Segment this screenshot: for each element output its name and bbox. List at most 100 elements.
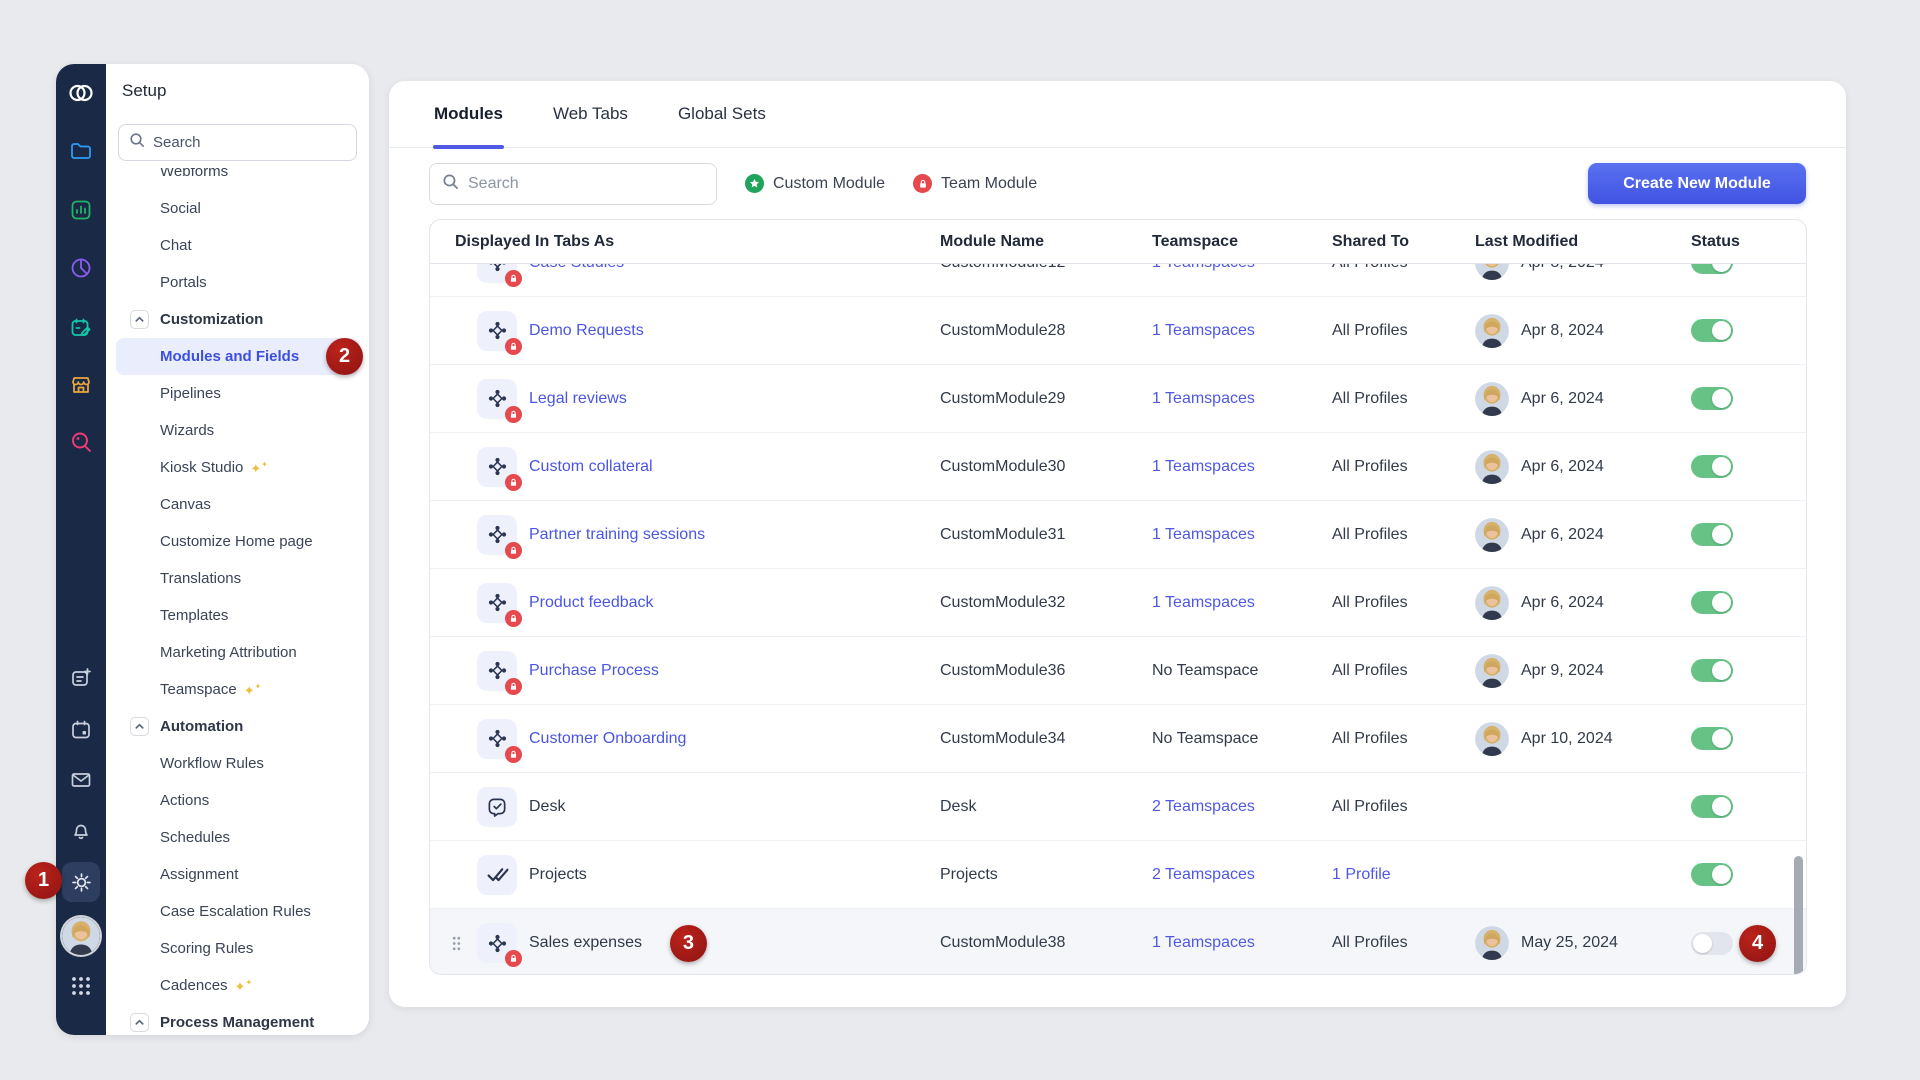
drag-handle-icon[interactable] <box>452 936 461 951</box>
status-toggle[interactable] <box>1691 319 1733 342</box>
shared-to-value[interactable]: 1 Profile <box>1332 866 1391 883</box>
shared-to-value[interactable]: All Profiles <box>1332 662 1408 679</box>
status-toggle[interactable] <box>1691 264 1733 274</box>
analytics-pie-icon[interactable] <box>69 256 93 280</box>
status-toggle[interactable] <box>1691 795 1733 818</box>
status-toggle[interactable] <box>1691 863 1733 886</box>
teamspace-value[interactable]: 1 Teamspaces <box>1152 458 1255 475</box>
bell-icon[interactable] <box>69 819 93 843</box>
modules-search-input[interactable] <box>468 175 704 193</box>
module-display-name[interactable]: Sales expenses <box>529 934 642 952</box>
reports-icon[interactable] <box>69 198 93 222</box>
sidebar-item-kiosk-studio[interactable]: Kiosk Studio <box>116 449 359 486</box>
module-display-name[interactable]: Desk <box>529 798 565 816</box>
table-row[interactable]: Partner training sessions CustomModule31… <box>430 501 1806 569</box>
sidebar-item-translations[interactable]: Translations <box>116 560 359 597</box>
sidebar-item-process-management[interactable]: Process Management <box>116 1004 359 1035</box>
tab-web-tabs[interactable]: Web Tabs <box>553 81 628 147</box>
sidebar-item-webforms[interactable]: Webforms <box>116 168 359 190</box>
shared-to-value[interactable]: All Profiles <box>1332 322 1408 339</box>
sidebar-item-customize-home-page[interactable]: Customize Home page <box>116 523 359 560</box>
table-row[interactable]: Demo Requests CustomModule28 1 Teamspace… <box>430 297 1806 365</box>
planner-icon[interactable] <box>69 316 93 340</box>
sidebar-item-scoring-rules[interactable]: Scoring Rules <box>116 930 359 967</box>
sidebar-item-assignment[interactable]: Assignment <box>116 856 359 893</box>
table-row[interactable]: Case Studies CustomModule12 1 Teamspaces… <box>430 264 1806 297</box>
marketplace-icon[interactable] <box>69 373 93 397</box>
zoho-crm-logo-icon[interactable] <box>68 80 95 106</box>
tab-global-sets[interactable]: Global Sets <box>678 81 766 147</box>
shared-to-value[interactable]: All Profiles <box>1332 458 1408 475</box>
sidebar-item-cadences[interactable]: Cadences <box>116 967 359 1004</box>
teamspace-value[interactable]: 1 Teamspaces <box>1152 390 1255 407</box>
teamspace-value[interactable]: 1 Teamspaces <box>1152 934 1255 951</box>
sidebar-item-modules-and-fields[interactable]: Modules and Fields 2 <box>116 338 359 375</box>
status-toggle[interactable] <box>1691 523 1733 546</box>
table-row[interactable]: Sales expenses 3 CustomModule38 1 Teamsp… <box>430 909 1806 974</box>
module-display-name[interactable]: Legal reviews <box>529 390 627 408</box>
teamspace-value[interactable]: No Teamspace <box>1152 662 1258 679</box>
teamspace-value[interactable]: No Teamspace <box>1152 730 1258 747</box>
shared-to-value[interactable]: All Profiles <box>1332 798 1408 815</box>
chevron-up-icon[interactable] <box>130 1013 149 1032</box>
sidebar-item-templates[interactable]: Templates <box>116 597 359 634</box>
module-display-name[interactable]: Customer Onboarding <box>529 730 686 748</box>
sidebar-item-marketing-attribution[interactable]: Marketing Attribution <box>116 634 359 671</box>
status-toggle[interactable] <box>1691 727 1733 750</box>
shared-to-value[interactable]: All Profiles <box>1332 390 1408 407</box>
sidebar-item-canvas[interactable]: Canvas <box>116 486 359 523</box>
table-row[interactable]: Desk Desk 2 Teamspaces All Profiles <box>430 773 1806 841</box>
app-grid-icon[interactable] <box>71 976 91 996</box>
status-toggle[interactable] <box>1691 387 1733 410</box>
teamspace-value[interactable]: 1 Teamspaces <box>1152 526 1255 543</box>
mail-icon[interactable] <box>69 768 93 792</box>
note-add-icon[interactable] <box>69 666 93 690</box>
sidebar-search-box[interactable] <box>118 124 357 161</box>
sidebar-item-pipelines[interactable]: Pipelines <box>116 375 359 412</box>
table-row[interactable]: Customer Onboarding CustomModule34 No Te… <box>430 705 1806 773</box>
table-row[interactable]: Projects Projects 2 Teamspaces 1 Profile <box>430 841 1806 909</box>
sidebar-item-portals[interactable]: Portals <box>116 264 359 301</box>
create-new-module-button[interactable]: Create New Module <box>1588 163 1806 204</box>
shared-to-value[interactable]: All Profiles <box>1332 526 1408 543</box>
module-display-name[interactable]: Case Studies <box>529 264 624 272</box>
sidebar-item-customization[interactable]: Customization <box>116 301 359 338</box>
shared-to-value[interactable]: All Profiles <box>1332 264 1408 271</box>
teamspace-value[interactable]: 1 Teamspaces <box>1152 322 1255 339</box>
user-avatar[interactable] <box>62 917 100 955</box>
chevron-up-icon[interactable] <box>130 310 149 329</box>
module-display-name[interactable]: Projects <box>529 866 587 884</box>
module-display-name[interactable]: Custom collateral <box>529 458 653 476</box>
folder-icon[interactable] <box>69 139 93 163</box>
sidebar-item-automation[interactable]: Automation <box>116 708 359 745</box>
table-scrollbar-thumb[interactable] <box>1794 856 1803 975</box>
module-display-name[interactable]: Partner training sessions <box>529 526 705 544</box>
shared-to-value[interactable]: All Profiles <box>1332 934 1408 951</box>
table-row[interactable]: Legal reviews CustomModule29 1 Teamspace… <box>430 365 1806 433</box>
module-display-name[interactable]: Purchase Process <box>529 662 659 680</box>
table-row[interactable]: Custom collateral CustomModule30 1 Teams… <box>430 433 1806 501</box>
sidebar-item-wizards[interactable]: Wizards <box>116 412 359 449</box>
status-toggle[interactable] <box>1691 932 1733 955</box>
sidebar-item-workflow-rules[interactable]: Workflow Rules <box>116 745 359 782</box>
module-display-name[interactable]: Demo Requests <box>529 322 644 340</box>
zia-search-icon[interactable] <box>69 430 93 454</box>
chevron-up-icon[interactable] <box>130 717 149 736</box>
shared-to-value[interactable]: All Profiles <box>1332 730 1408 747</box>
teamspace-value[interactable]: 1 Teamspaces <box>1152 594 1255 611</box>
teamspace-value[interactable]: 1 Teamspaces <box>1152 264 1255 271</box>
teamspace-value[interactable]: 2 Teamspaces <box>1152 798 1255 815</box>
modules-search-box[interactable] <box>429 163 717 205</box>
status-toggle[interactable] <box>1691 659 1733 682</box>
sidebar-item-case-escalation-rules[interactable]: Case Escalation Rules <box>116 893 359 930</box>
teamspace-value[interactable]: 2 Teamspaces <box>1152 866 1255 883</box>
status-toggle[interactable] <box>1691 455 1733 478</box>
module-display-name[interactable]: Product feedback <box>529 594 654 612</box>
sidebar-item-social[interactable]: Social <box>116 190 359 227</box>
shared-to-value[interactable]: All Profiles <box>1332 594 1408 611</box>
sidebar-item-schedules[interactable]: Schedules <box>116 819 359 856</box>
sidebar-item-actions[interactable]: Actions <box>116 782 359 819</box>
sidebar-item-chat[interactable]: Chat <box>116 227 359 264</box>
table-row[interactable]: Product feedback CustomModule32 1 Teamsp… <box>430 569 1806 637</box>
sidebar-search-input[interactable] <box>153 134 346 151</box>
